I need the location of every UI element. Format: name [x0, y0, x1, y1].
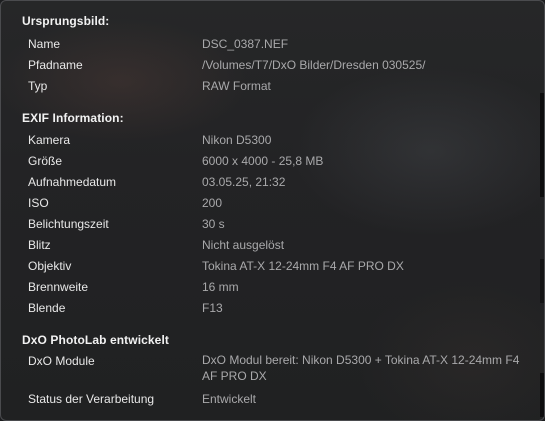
label-exposure-time: Belichtungszeit: [28, 217, 109, 231]
value-dxo-module: DxO Modul bereit: Nikon D5300 + Tokina A…: [202, 353, 520, 383]
section-title-source-image: Ursprungsbild:: [22, 14, 110, 28]
label-dxo-module: DxO Module: [28, 354, 95, 368]
value-camera: Nikon D5300: [202, 133, 272, 147]
panel-edge-shadow: [540, 373, 544, 417]
value-type: RAW Format: [202, 79, 271, 93]
label-processing-status: Status der Verarbeitung: [28, 392, 155, 406]
panel-edge-shadow: [540, 259, 544, 303]
value-size: 6000 x 4000 - 25,8 MB: [202, 154, 324, 168]
label-lens: Objektiv: [28, 259, 72, 273]
value-exposure-time: 30 s: [202, 217, 225, 231]
section-title-dxo-photolab: DxO PhotoLab entwickelt: [22, 333, 169, 347]
value-capture-date: 03.05.25, 21:32: [202, 175, 286, 189]
value-focal-length: 16 mm: [202, 280, 239, 294]
label-camera: Kamera: [28, 133, 71, 147]
label-aperture: Blende: [28, 301, 66, 315]
label-flash: Blitz: [28, 238, 51, 252]
label-type: Typ: [28, 79, 48, 93]
value-flash: Nicht ausgelöst: [202, 238, 285, 252]
value-aperture: F13: [202, 301, 223, 315]
label-focal-length: Brennweite: [28, 280, 89, 294]
value-iso: 200: [202, 196, 223, 210]
panel-edge-shadow: [540, 93, 544, 197]
value-name: DSC_0387.NEF: [202, 37, 289, 51]
label-iso: ISO: [28, 196, 49, 210]
label-size: Größe: [28, 154, 63, 168]
section-title-exif: EXIF Information:: [22, 111, 124, 125]
value-processing-status: Entwickelt: [202, 392, 257, 406]
label-name: Name: [28, 37, 61, 51]
label-path: Pfadname: [28, 58, 83, 72]
value-lens: Tokina AT-X 12-24mm F4 AF PRO DX: [202, 259, 404, 273]
image-info-panel: Ursprungsbild: Name DSC_0387.NEF Pfadnam…: [0, 0, 545, 421]
value-path: /Volumes/T7/DxO Bilder/Dresden 030525/: [202, 58, 426, 72]
label-capture-date: Aufnahmedatum: [28, 175, 117, 189]
